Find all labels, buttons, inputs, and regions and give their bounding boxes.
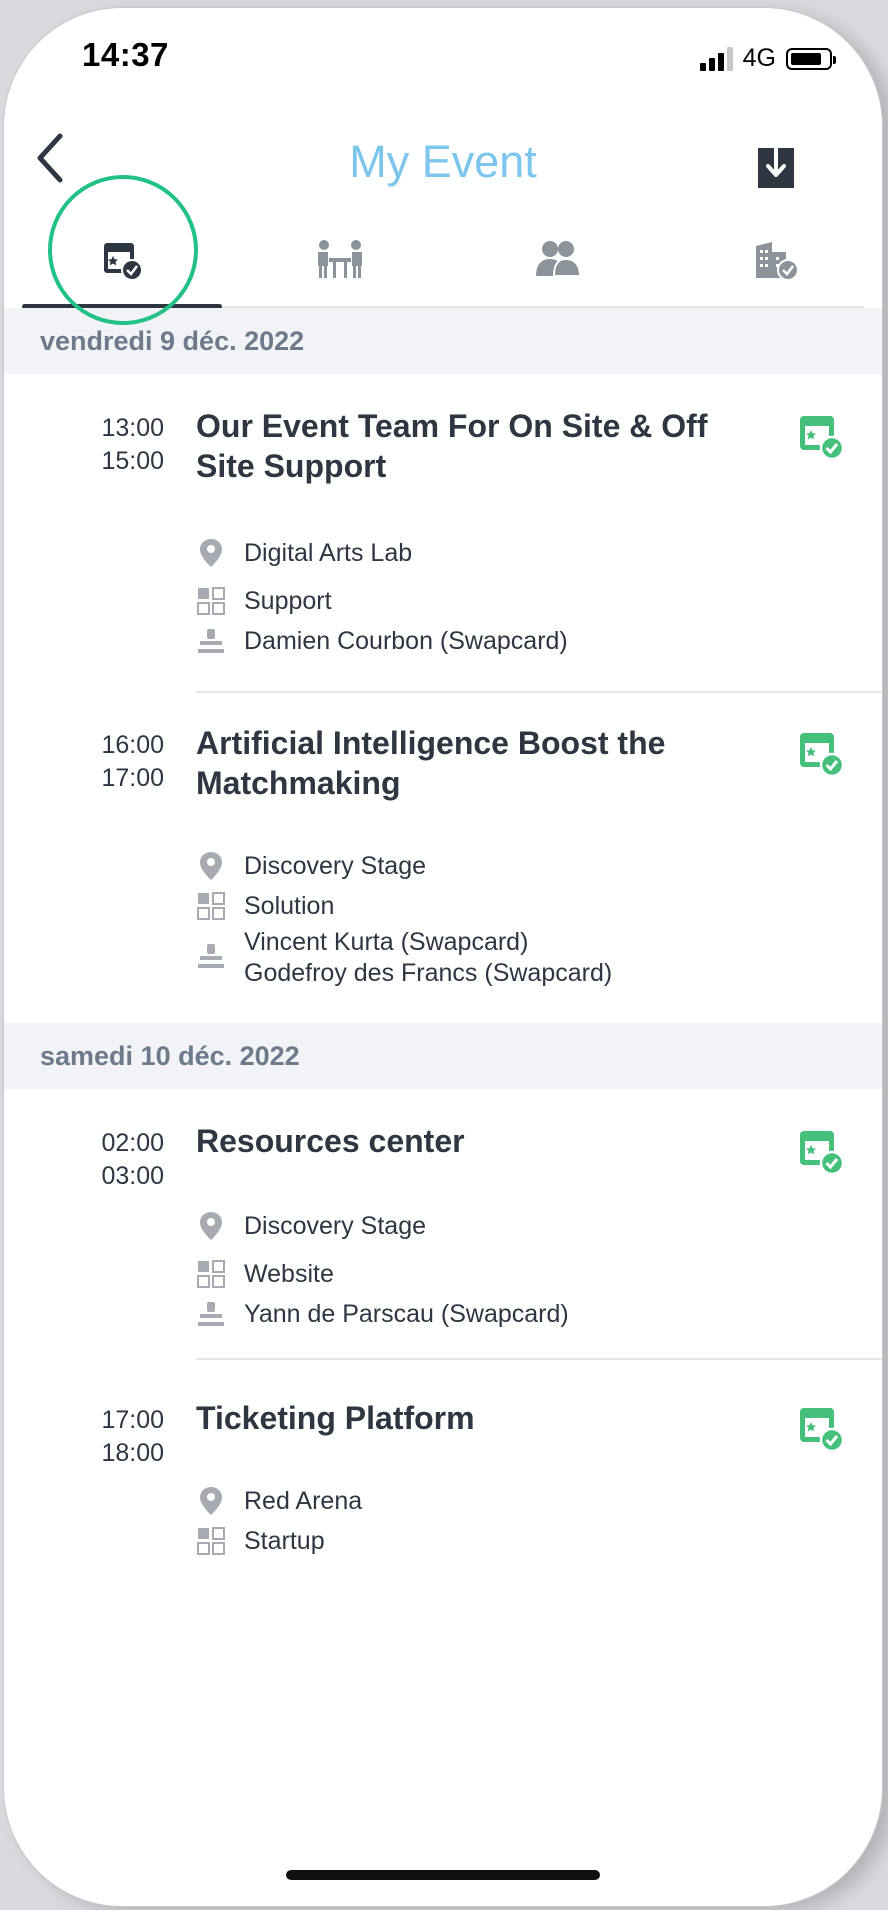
- session-start: 17:00: [101, 1406, 164, 1434]
- tab-exhibitors[interactable]: [676, 214, 876, 306]
- app-header: My Event: [4, 118, 882, 208]
- tab-meetings[interactable]: [240, 214, 440, 306]
- session-location: Red Arena: [196, 1486, 362, 1517]
- session-times: 16:00 17:00: [64, 729, 164, 795]
- location-pin-icon: [196, 1486, 226, 1516]
- session-title: Artificial Intelligence Boost the Matchm…: [196, 725, 666, 801]
- session-end: 03:00: [101, 1162, 164, 1190]
- speaker-podium-icon: [196, 941, 226, 971]
- day-label: samedi 10 déc. 2022: [40, 1041, 300, 1071]
- session-end: 18:00: [101, 1439, 164, 1467]
- battery-icon: [786, 47, 836, 70]
- session-start: 16:00: [101, 731, 164, 759]
- home-indicator[interactable]: [286, 1870, 600, 1880]
- session-category: Startup: [196, 1526, 325, 1557]
- status-indicators: 4G: [699, 44, 836, 73]
- day-header: vendredi 9 déc. 2022: [4, 308, 882, 374]
- session-location: Discovery Stage: [196, 851, 426, 882]
- session-times: 02:00 03:00: [64, 1127, 164, 1193]
- speaker-podium-icon: [196, 626, 226, 656]
- network-label: 4G: [742, 44, 776, 72]
- tab-bar: [22, 214, 864, 309]
- session-divider: [196, 1358, 882, 1360]
- session-category: Solution: [196, 891, 334, 922]
- session-location: Discovery Stage: [196, 1211, 426, 1242]
- session-title: Resources center: [196, 1123, 465, 1159]
- building-check-icon: [756, 242, 799, 281]
- location-pin-icon: [196, 538, 226, 568]
- session-start: 13:00: [101, 414, 164, 442]
- signal-icon: [699, 46, 733, 71]
- people-icon: [536, 241, 582, 277]
- session-speakers: Yann de Parscau (Swapcard): [196, 1299, 569, 1330]
- category-grid-icon: [196, 1526, 226, 1556]
- category-grid-icon: [196, 1259, 226, 1289]
- day-header: samedi 10 déc. 2022: [4, 1023, 882, 1089]
- status-time: 14:37: [82, 36, 169, 73]
- session-title: Ticketing Platform: [196, 1400, 475, 1436]
- meeting-table-icon: [318, 240, 362, 278]
- location-pin-icon: [196, 851, 226, 881]
- day-label: vendredi 9 déc. 2022: [40, 326, 305, 356]
- session-start: 02:00: [101, 1129, 164, 1157]
- location-pin-icon: [196, 1211, 226, 1241]
- session-speakers: Damien Courbon (Swapcard): [196, 626, 568, 657]
- session-speakers: Vincent Kurta (Swapcard) Godefroy des Fr…: [196, 927, 612, 989]
- session-divider: [196, 691, 882, 693]
- download-icon[interactable]: [756, 144, 796, 190]
- phone-screen: 14:37 4G My Event vendredi 9 déc. 2022 1…: [4, 8, 882, 1906]
- calendar-added-icon[interactable]: [798, 731, 844, 777]
- category-grid-icon: [196, 891, 226, 921]
- tab-my-sessions[interactable]: [22, 214, 222, 309]
- session-title: Our Event Team For On Site & Off Site Su…: [196, 408, 708, 484]
- calendar-check-icon: [104, 243, 143, 281]
- session-category: Website: [196, 1259, 334, 1290]
- session-times: 13:00 15:00: [64, 412, 164, 478]
- tab-contacts[interactable]: [458, 214, 658, 306]
- session-times: 17:00 18:00: [64, 1404, 164, 1470]
- category-grid-icon: [196, 586, 226, 616]
- calendar-added-icon[interactable]: [798, 1129, 844, 1175]
- session-category: Support: [196, 586, 332, 617]
- session-location: Digital Arts Lab: [196, 538, 412, 569]
- status-bar: 14:37 4G: [4, 8, 882, 104]
- speaker-podium-icon: [196, 1299, 226, 1329]
- session-end: 17:00: [101, 764, 164, 792]
- session-end: 15:00: [101, 447, 164, 475]
- page-title: My Event: [349, 136, 537, 187]
- calendar-added-icon[interactable]: [798, 414, 844, 460]
- calendar-added-icon[interactable]: [798, 1406, 844, 1452]
